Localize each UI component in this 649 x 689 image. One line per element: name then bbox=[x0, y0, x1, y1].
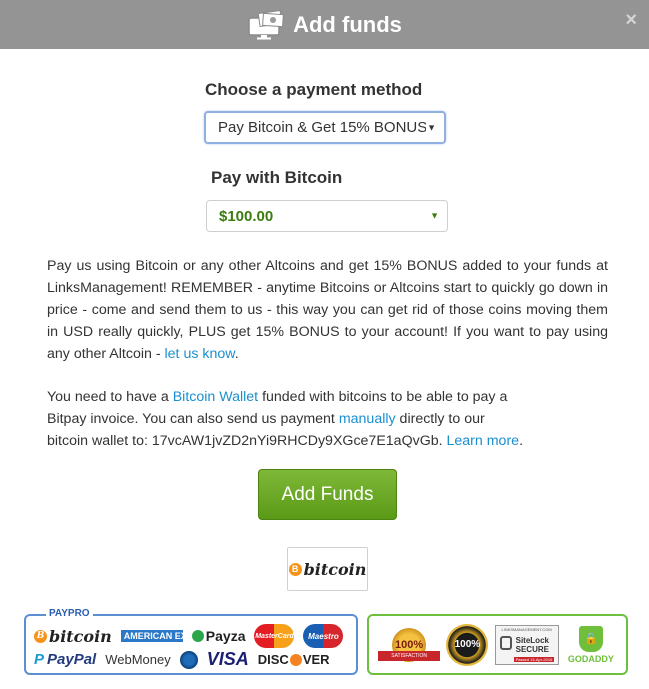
paypro-label: PAYPRO bbox=[46, 608, 93, 619]
payza-icon bbox=[191, 630, 204, 642]
globe-icon bbox=[179, 650, 198, 669]
visa-logo: VISA bbox=[206, 649, 249, 669]
manually-link[interactable]: manually bbox=[339, 411, 396, 427]
shield-lock-icon: 🔒 bbox=[578, 625, 603, 652]
wallet-instructions: You need to have a Bitcoin Wallet funded… bbox=[47, 389, 524, 449]
amex-logo: AMERICAN EXPRESS bbox=[120, 630, 217, 642]
bitcoin-wallet-link[interactable]: Bitcoin Wallet bbox=[173, 389, 258, 405]
satisfaction-ribbon: SATISFACTION GUARANTEE bbox=[378, 650, 441, 669]
bonus-description: Pay us using Bitcoin or any other Altcoi… bbox=[47, 258, 608, 362]
bitcoin-logo: Bbitcoin bbox=[34, 627, 112, 646]
mastercard-logo: MasterCard bbox=[254, 624, 295, 648]
guarantee-seal: 100% bbox=[446, 623, 489, 666]
bitcoin-icon: B bbox=[34, 629, 47, 643]
sitelock-seal[interactable]: LINKSMANAGEMENT.COM SiteLock SECURE Passe… bbox=[494, 624, 559, 665]
bitcoin-amount-select[interactable]: $100.00 ▼ bbox=[206, 200, 448, 232]
modal-header: Add funds × bbox=[0, 0, 649, 49]
wallet-address-text: bitcoin wallet to: 17vcAW1jvZD2nYi9RHCDy… bbox=[47, 433, 447, 449]
payment-logos-panel: PAYPRO Bbitcoin AMERICAN EXPRESS Payza M… bbox=[24, 608, 358, 675]
bitcoin-amount-selected: $100.00 bbox=[219, 207, 274, 225]
add-funds-button[interactable]: Add Funds bbox=[258, 469, 397, 520]
godaddy-seal[interactable]: 🔒 GODADDY bbox=[565, 623, 617, 667]
bitcoin-badge: B bitcoin bbox=[287, 547, 368, 591]
payment-method-label: Choose a payment method bbox=[205, 80, 423, 99]
chevron-down-icon: ▼ bbox=[430, 210, 439, 221]
lock-icon bbox=[499, 635, 512, 650]
maestro-logo: Maestro bbox=[303, 624, 344, 648]
close-button[interactable]: × bbox=[625, 9, 637, 32]
money-monitor-icon bbox=[248, 9, 285, 39]
discover-dot-icon bbox=[289, 653, 302, 666]
chevron-down-icon: ▼ bbox=[427, 122, 436, 132]
bitcoin-amount-label: Pay with Bitcoin bbox=[211, 168, 343, 187]
satisfaction-seal: 100% SATISFACTION GUARANTEE bbox=[378, 625, 441, 669]
payment-method-select[interactable]: Pay Bitcoin & Get 15% BONUS ▼ bbox=[204, 111, 446, 144]
bitcoin-wordmark: bitcoin bbox=[303, 559, 367, 579]
bitcoin-icon: B bbox=[288, 562, 302, 576]
payment-logos-row-1: Bbitcoin AMERICAN EXPRESS Payza MasterCa… bbox=[34, 624, 344, 648]
trust-seals-panel: 100% SATISFACTION GUARANTEE 100% LINKSMA… bbox=[367, 614, 628, 675]
payment-method-selected: Pay Bitcoin & Get 15% BONUS bbox=[218, 119, 426, 136]
webmoney-logo: WebMoney bbox=[105, 652, 171, 667]
modal-title-text: Add funds bbox=[293, 11, 402, 37]
payza-logo: Payza bbox=[191, 628, 245, 644]
payment-logos-row-2: P PayPal WebMoney VISA DISC VER bbox=[34, 649, 330, 670]
paypal-logo: P PayPal bbox=[34, 651, 97, 668]
let-us-know-link[interactable]: let us know bbox=[165, 346, 235, 362]
discover-logo: DISC VER bbox=[257, 652, 330, 667]
learn-more-link[interactable]: Learn more bbox=[447, 433, 520, 449]
modal-title: Add funds bbox=[0, 0, 649, 49]
